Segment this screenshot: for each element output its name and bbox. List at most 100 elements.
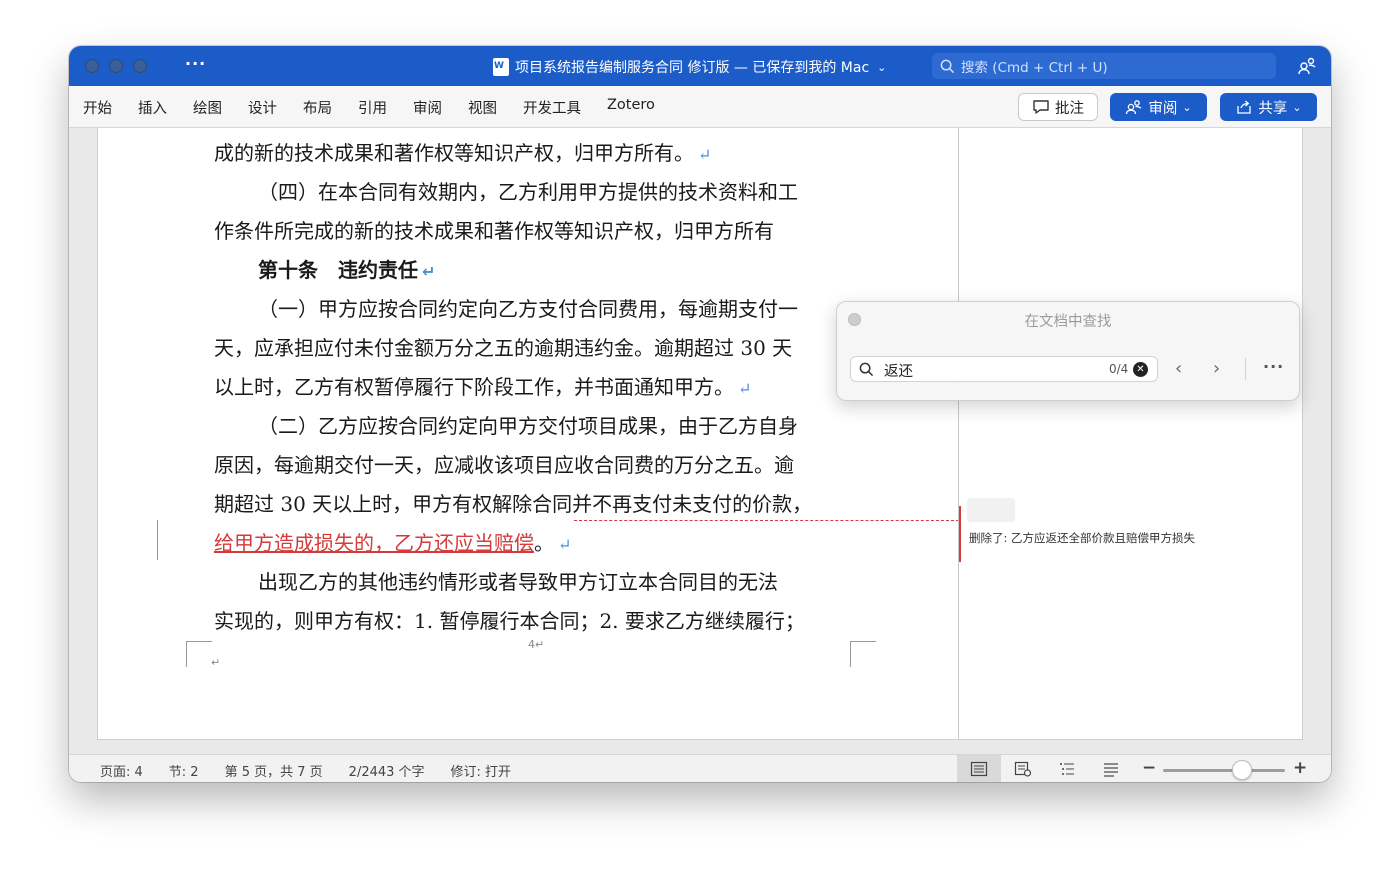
- tab-review[interactable]: 审阅: [413, 97, 442, 118]
- paragraph-line: 成的新的技术成果和著作权等知识产权，归甲方所有。 ↵: [214, 141, 712, 165]
- tab-design[interactable]: 设计: [248, 97, 277, 118]
- comments-label: 批注: [1055, 100, 1084, 117]
- document-body[interactable]: 成的新的技术成果和著作权等知识产权，归甲方所有。 ↵ （四）在本合同有效期内，乙方…: [214, 134, 854, 641]
- paragraph-line: 期超过 30 天以上时，甲方有权解除合同并不再支付未支付的价款，: [214, 492, 813, 516]
- document-title: 项目系统报告编制服务合同 修订版 — 已保存到我的 Mac: [515, 60, 870, 76]
- paragraph-mark: ↵: [558, 535, 572, 554]
- clear-search-icon[interactable]: ✕: [1133, 362, 1148, 377]
- paragraph-line: （一）甲方应按合同约定向乙方支付合同费用，每逾期支付一: [258, 297, 798, 321]
- status-section[interactable]: 节: 2: [169, 761, 199, 780]
- paragraph-line: （二）乙方应按合同约定向甲方交付项目成果，由于乙方自身: [258, 414, 798, 438]
- web-layout-view-button[interactable]: [1001, 755, 1045, 782]
- paragraph-line: 天，应承担应付未付金额万分之五的逾期违约金。逾期超过 30 天: [214, 336, 793, 360]
- inserted-text: 给甲方造成损失的，乙方还应当赔偿: [214, 531, 534, 555]
- author-avatar: [967, 498, 1015, 522]
- paragraph-line: 以上时，乙方有权暂停履行下阶段工作，并书面通知甲方。 ↵: [214, 375, 752, 399]
- tab-references[interactable]: 引用: [358, 97, 387, 118]
- zoom-in-button[interactable]: +: [1293, 758, 1307, 778]
- find-panel-title: 在文档中查找: [1024, 314, 1112, 330]
- paragraph-line: 给甲方造成损失的，乙方还应当赔偿。 ↵: [214, 531, 572, 555]
- chevron-down-icon: ⌄: [877, 60, 887, 74]
- more-icon[interactable]: ···: [185, 54, 206, 73]
- change-bar: [157, 520, 158, 560]
- review-people-icon: [1126, 100, 1142, 115]
- status-page-of[interactable]: 第 5 页，共 7 页: [225, 761, 323, 780]
- search-icon: [940, 59, 955, 74]
- chevron-down-icon: ⌄: [1182, 100, 1192, 114]
- status-bar: 页面: 4 节: 2 第 5 页，共 7 页 2/2443 个字 修订: 打开 …: [69, 754, 1331, 782]
- find-input[interactable]: 返还 0/4 ✕: [850, 356, 1158, 382]
- document-area[interactable]: 成的新的技术成果和著作权等知识产权，归甲方所有。 ↵ （四）在本合同有效期内，乙方…: [69, 128, 1331, 754]
- share-label: 共享: [1258, 100, 1288, 117]
- divider: [1245, 358, 1246, 380]
- document-page[interactable]: 成的新的技术成果和著作权等知识产权，归甲方所有。 ↵ （四）在本合同有效期内，乙方…: [97, 128, 1303, 740]
- page-number: 4↵: [528, 638, 545, 651]
- status-track-changes[interactable]: 修订: 打开: [451, 761, 512, 780]
- zoom-slider-thumb[interactable]: [1232, 760, 1253, 780]
- draft-view-button[interactable]: [1089, 755, 1133, 782]
- title-bar: ··· 项目系统报告编制服务合同 修订版 — 已保存到我的 Mac ⌄ 搜索 (…: [69, 46, 1331, 86]
- paragraph-mark: ↵: [738, 379, 752, 398]
- revision-connector: [574, 520, 959, 521]
- print-layout-icon: [970, 761, 988, 777]
- web-layout-icon: [1014, 761, 1032, 777]
- tab-developer[interactable]: 开发工具: [523, 97, 581, 118]
- outline-view-button[interactable]: [1045, 755, 1089, 782]
- view-buttons: [957, 755, 1133, 782]
- find-panel: 在文档中查找 返还 0/4 ✕ ‹ › ···: [836, 301, 1300, 401]
- zoom-window-button[interactable]: [133, 59, 147, 73]
- minimize-window-button[interactable]: [109, 59, 123, 73]
- section-heading: 第十条 违约责任 ↵: [258, 258, 436, 282]
- chevron-down-icon: ⌄: [1292, 100, 1302, 114]
- tab-view[interactable]: 视图: [468, 97, 497, 118]
- find-previous-button[interactable]: ‹: [1175, 358, 1182, 379]
- draft-icon: [1104, 763, 1118, 777]
- collaborators-icon[interactable]: [1297, 56, 1317, 80]
- document-title-menu[interactable]: 项目系统报告编制服务合同 修订版 — 已保存到我的 Mac ⌄: [493, 56, 886, 78]
- share-button[interactable]: 共享 ⌄: [1220, 93, 1317, 121]
- review-mode-label: 审阅: [1148, 100, 1178, 117]
- close-window-button[interactable]: [85, 59, 99, 73]
- status-page[interactable]: 页面: 4: [100, 761, 143, 780]
- tab-insert[interactable]: 插入: [138, 97, 167, 118]
- tab-zotero[interactable]: Zotero: [607, 97, 655, 118]
- paragraph-mark: ↵: [211, 656, 221, 669]
- paragraph-line: （四）在本合同有效期内，乙方利用甲方提供的技术资料和工: [258, 180, 798, 204]
- comment-icon: [1033, 100, 1049, 114]
- paragraph-line: 原因，每逾期交付一天，应减收该项目应收合同费的万分之五。逾: [214, 453, 794, 477]
- paragraph-line: 出现乙方的其他违约情形或者导致甲方订立本合同目的无法: [258, 570, 778, 594]
- status-words[interactable]: 2/2443 个字: [349, 761, 425, 780]
- paragraph-mark: ↵: [422, 262, 436, 281]
- paragraph-line: 作条件所完成的新的技术成果和著作权等知识产权，归甲方所有: [214, 219, 774, 243]
- find-query[interactable]: 返还: [884, 360, 1084, 381]
- ribbon: 开始 插入 绘图 设计 布局 引用 审阅 视图 开发工具 Zotero 批注 审…: [69, 86, 1331, 128]
- margin-corner-left: [186, 641, 212, 667]
- paragraph-mark: ↵: [698, 145, 712, 164]
- margin-corner-right: [850, 641, 876, 667]
- outline-icon: [1060, 763, 1074, 775]
- share-icon: [1237, 100, 1252, 114]
- review-mode-button[interactable]: 审阅 ⌄: [1110, 93, 1207, 121]
- print-layout-view-button[interactable]: [957, 755, 1001, 782]
- status-items: 页面: 4 节: 2 第 5 页，共 7 页 2/2443 个字 修订: 打开: [100, 761, 537, 780]
- more-options-icon[interactable]: ···: [1263, 357, 1284, 376]
- comments-button[interactable]: 批注: [1018, 93, 1098, 121]
- tab-layout[interactable]: 布局: [303, 97, 332, 118]
- find-next-button[interactable]: ›: [1213, 358, 1220, 379]
- search-placeholder: 搜索 (Cmd + Ctrl + U): [961, 60, 1108, 76]
- zoom-slider-track[interactable]: [1163, 769, 1285, 772]
- word-doc-icon: [493, 58, 509, 76]
- deleted-text: 删除了: 乙方应返还全部价款且赔偿甲方损失: [969, 531, 1196, 545]
- tab-draw[interactable]: 绘图: [193, 97, 222, 118]
- word-window: ··· 项目系统报告编制服务合同 修订版 — 已保存到我的 Mac ⌄ 搜索 (…: [69, 46, 1331, 782]
- ribbon-tabs: 开始 插入 绘图 设计 布局 引用 审阅 视图 开发工具 Zotero: [83, 97, 655, 118]
- deletion-balloon[interactable]: 删除了: 乙方应返还全部价款且赔偿甲方损失: [959, 498, 1289, 562]
- tab-home[interactable]: 开始: [83, 97, 112, 118]
- search-icon: [859, 362, 874, 381]
- paragraph-line: 实现的，则甲方有权：1. 暂停履行本合同；2. 要求乙方继续履行；: [214, 609, 805, 633]
- search-box[interactable]: 搜索 (Cmd + Ctrl + U): [932, 53, 1276, 79]
- find-result-count: 0/4: [1109, 362, 1129, 376]
- markup-pane-divider: [958, 128, 959, 740]
- zoom-out-button[interactable]: −: [1142, 758, 1156, 778]
- balloon-bar: [959, 506, 961, 562]
